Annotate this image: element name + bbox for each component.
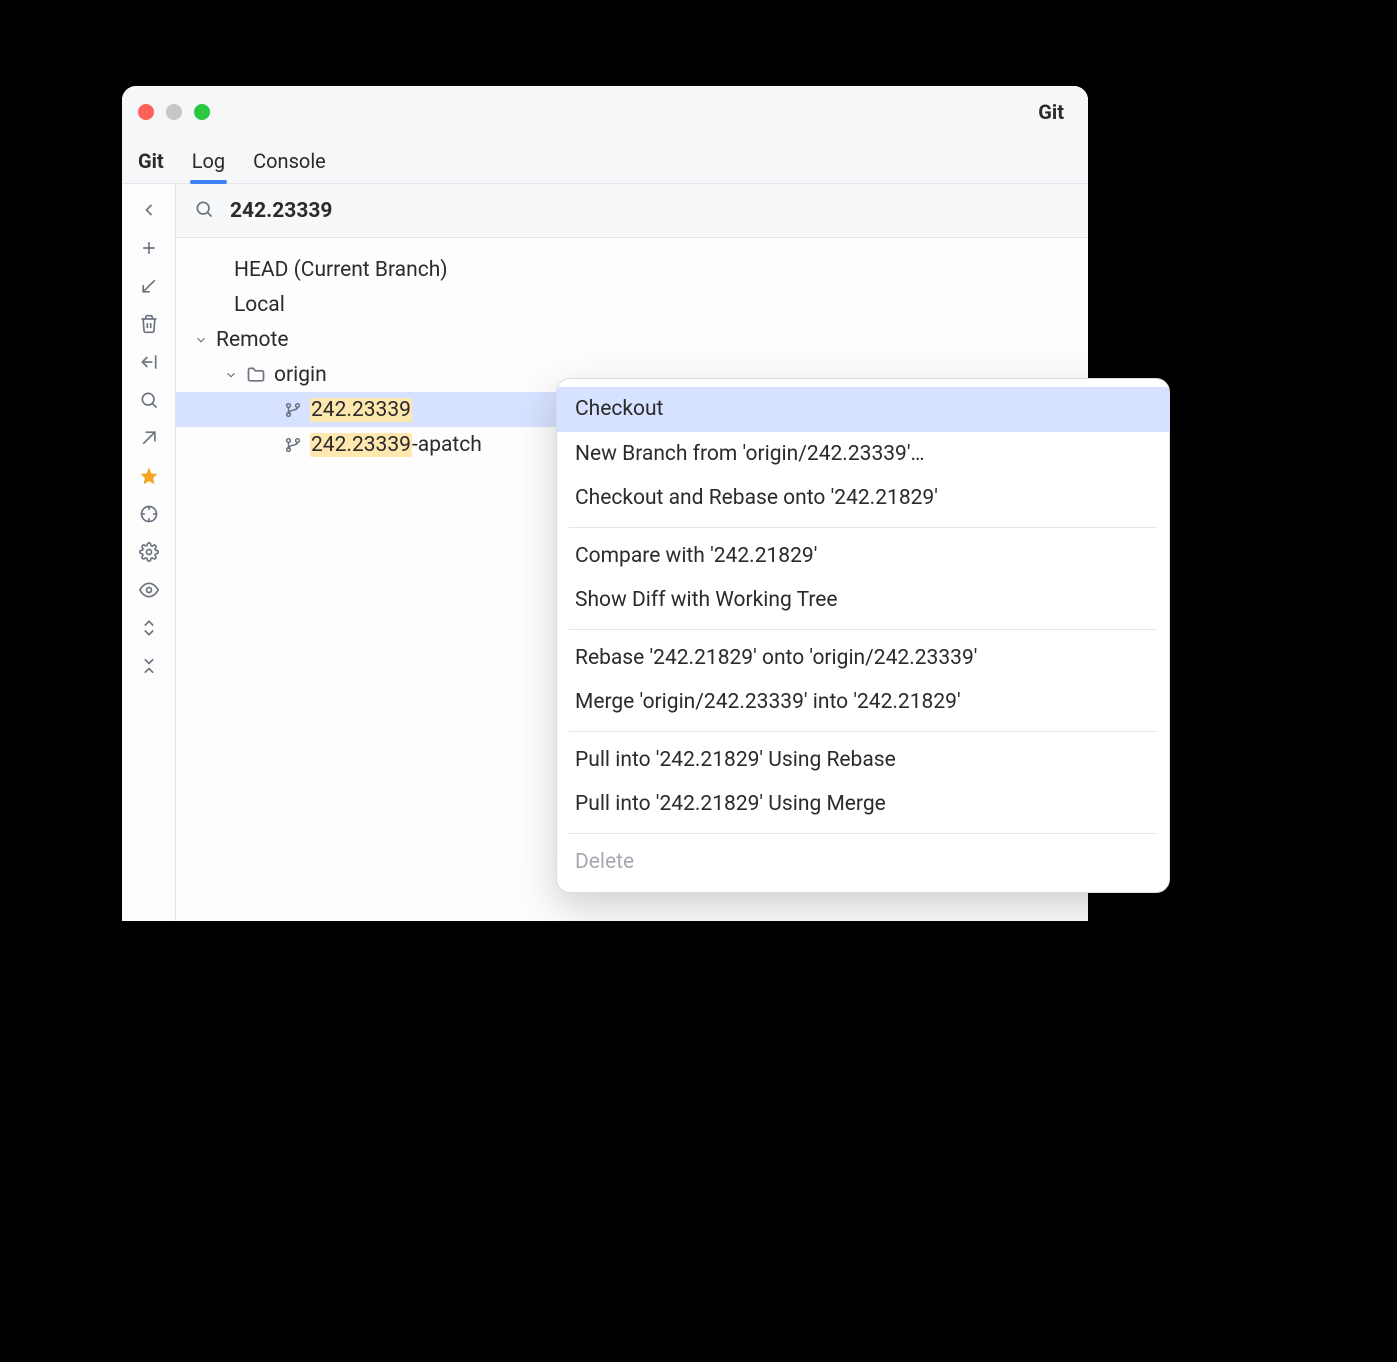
menu-delete[interactable]: Delete — [557, 840, 1169, 885]
menu-separator — [569, 629, 1157, 630]
branch-name: 242.23339 — [310, 398, 412, 422]
menu-checkout[interactable]: Checkout — [557, 387, 1169, 432]
git-tool-window: Git Git Log Console — [122, 86, 1088, 921]
close-window-button[interactable] — [138, 104, 154, 120]
menu-checkout-rebase[interactable]: Checkout and Rebase onto '242.21829' — [557, 476, 1169, 521]
search-query: 242.23339 — [230, 199, 332, 223]
minimize-window-button[interactable] — [166, 104, 182, 120]
tabbar: Git Log Console — [122, 138, 1088, 184]
tree-remote[interactable]: Remote — [176, 322, 1088, 357]
context-menu: Checkout New Branch from 'origin/242.233… — [556, 378, 1170, 893]
tree-head[interactable]: HEAD (Current Branch) — [176, 252, 1088, 287]
menu-new-branch[interactable]: New Branch from 'origin/242.23339'… — [557, 432, 1169, 477]
delete-button[interactable] — [131, 306, 167, 342]
new-branch-button[interactable] — [131, 230, 167, 266]
zoom-window-button[interactable] — [194, 104, 210, 120]
tree-label: Remote — [216, 328, 288, 352]
menu-pull-rebase[interactable]: Pull into '242.21829' Using Rebase — [557, 738, 1169, 783]
search-icon — [194, 199, 214, 223]
checkout-button[interactable] — [131, 268, 167, 304]
favorite-button[interactable] — [131, 458, 167, 494]
menu-separator — [569, 833, 1157, 834]
menu-merge[interactable]: Merge 'origin/242.23339' into '242.21829… — [557, 680, 1169, 725]
back-button[interactable] — [131, 192, 167, 228]
fetch-button[interactable] — [131, 344, 167, 380]
menu-pull-merge[interactable]: Pull into '242.21829' Using Merge — [557, 782, 1169, 827]
menu-separator — [569, 527, 1157, 528]
navigate-button[interactable] — [131, 496, 167, 532]
branch-icon — [284, 436, 302, 454]
chevron-down-icon — [194, 333, 208, 347]
toolbar — [122, 184, 176, 921]
window-title: Git — [1038, 100, 1064, 124]
view-button[interactable] — [131, 572, 167, 608]
menu-show-diff[interactable]: Show Diff with Working Tree — [557, 578, 1169, 623]
tree-label: HEAD (Current Branch) — [234, 258, 448, 282]
diff-button[interactable] — [131, 420, 167, 456]
branch-name: 242.23339-apatch — [310, 433, 482, 457]
window-controls — [138, 104, 210, 120]
folder-icon — [246, 365, 266, 385]
chevron-down-icon — [224, 368, 238, 382]
menu-separator — [569, 731, 1157, 732]
tab-git[interactable]: Git — [138, 139, 164, 183]
search-button[interactable] — [131, 382, 167, 418]
settings-button[interactable] — [131, 534, 167, 570]
tab-console[interactable]: Console — [253, 139, 326, 183]
expand-button[interactable] — [131, 610, 167, 646]
tab-log[interactable]: Log — [192, 139, 225, 183]
titlebar: Git — [122, 86, 1088, 138]
tree-label: Local — [234, 293, 285, 317]
tree-local[interactable]: Local — [176, 287, 1088, 322]
menu-compare[interactable]: Compare with '242.21829' — [557, 534, 1169, 579]
collapse-button[interactable] — [131, 648, 167, 684]
menu-rebase[interactable]: Rebase '242.21829' onto 'origin/242.2333… — [557, 636, 1169, 681]
search-bar[interactable]: 242.23339 — [176, 184, 1088, 238]
tree-label: origin — [274, 363, 327, 387]
branch-icon — [284, 401, 302, 419]
